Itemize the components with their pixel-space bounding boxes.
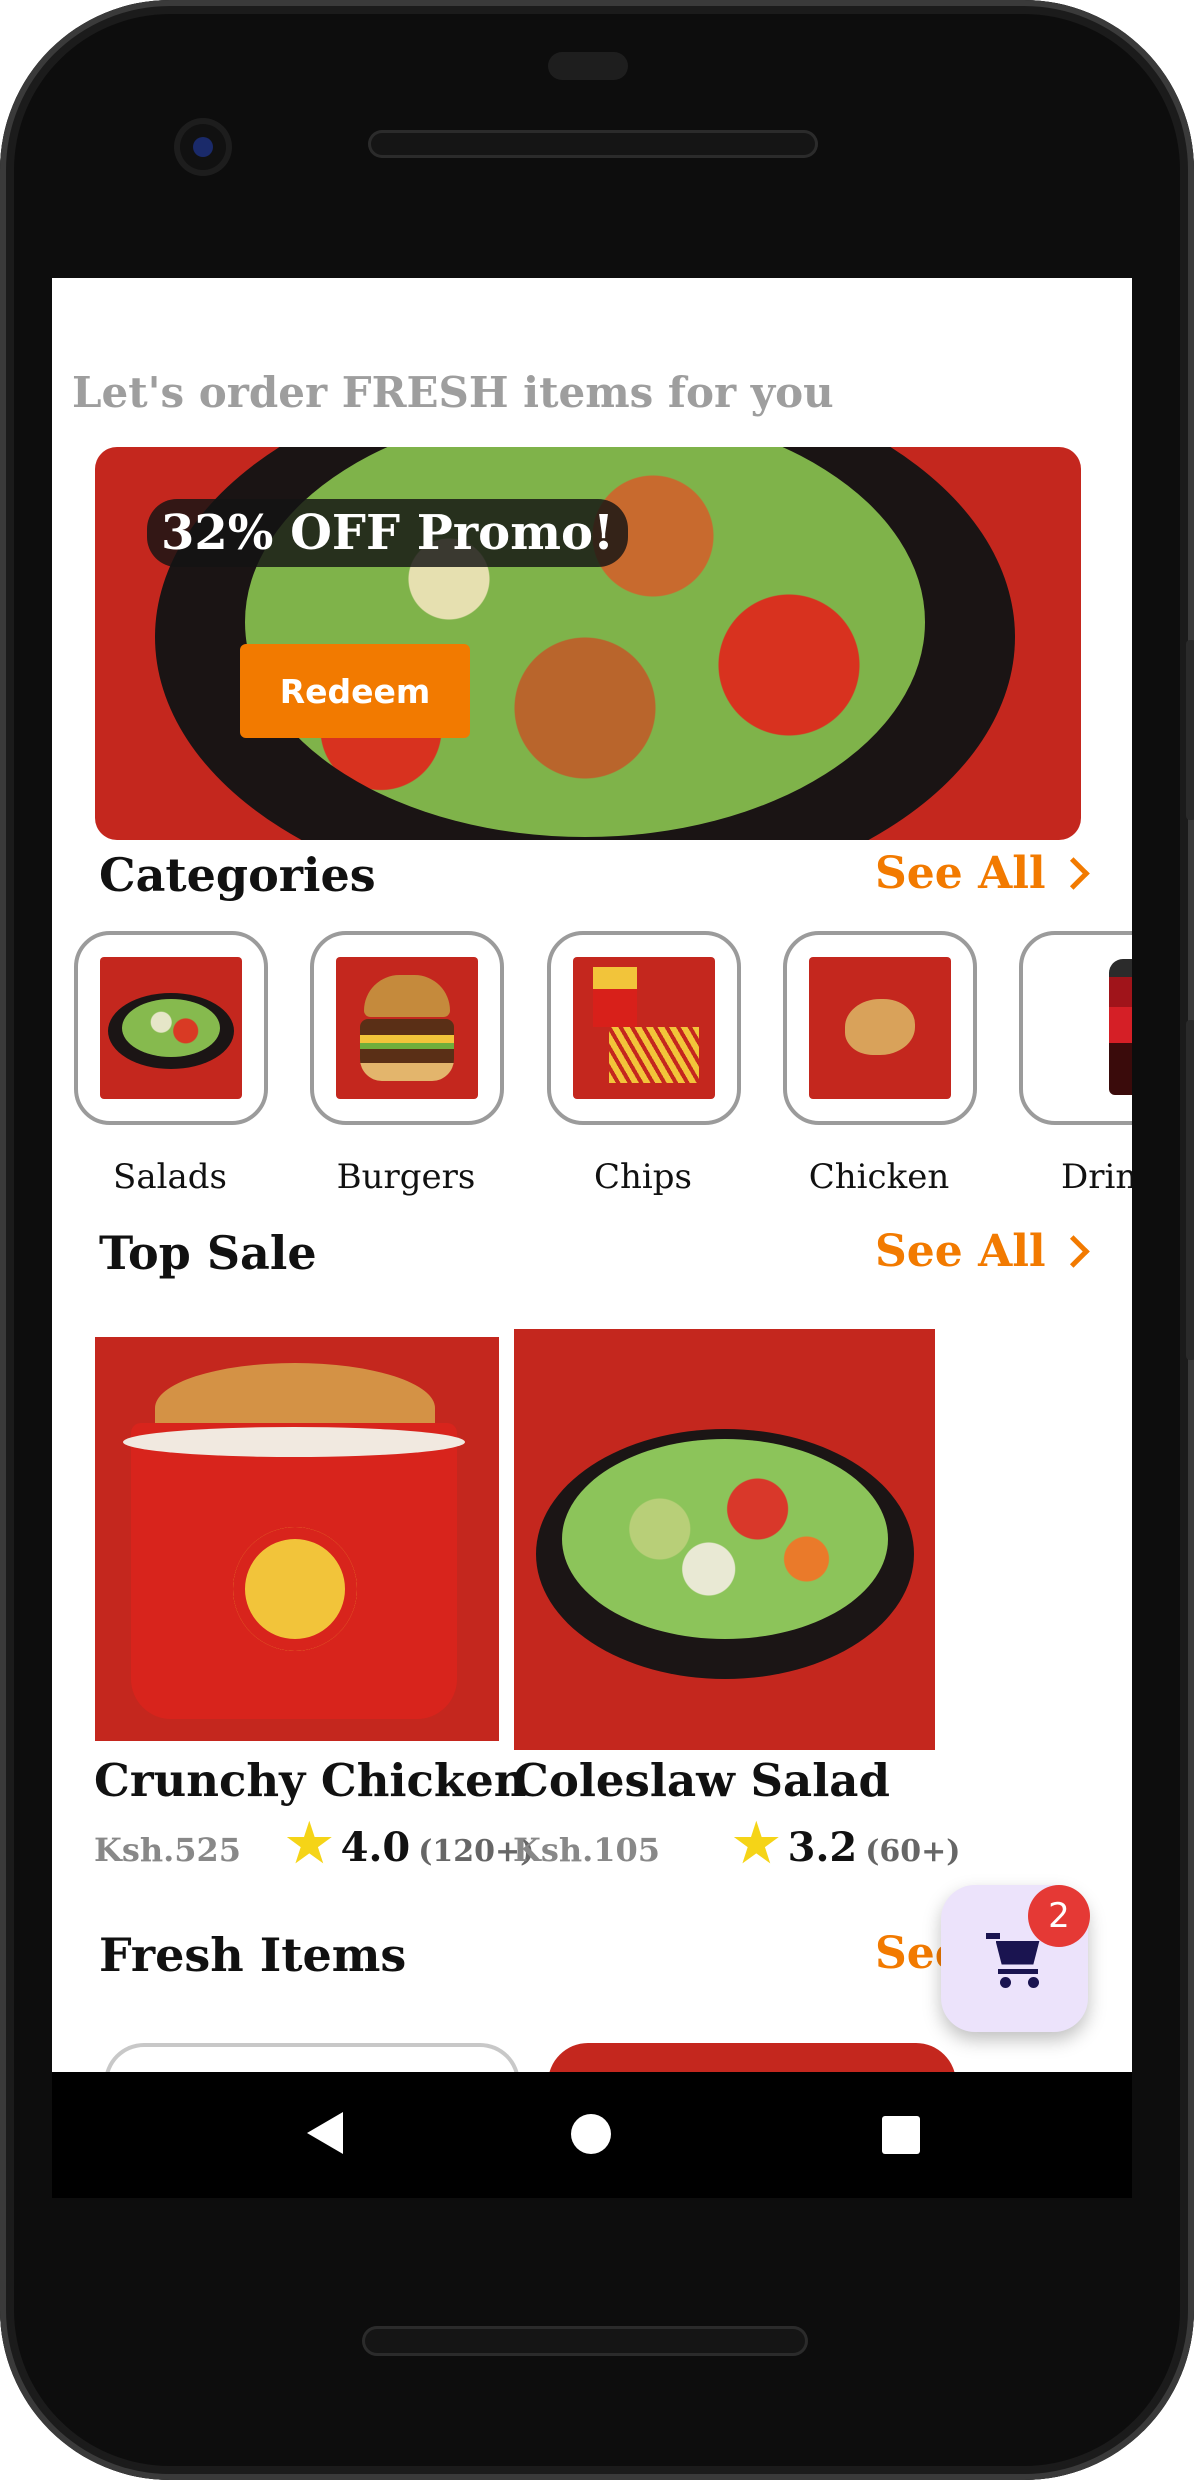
promo-tag: 32% OFF Promo!	[147, 499, 629, 567]
product-image-coleslaw-salad[interactable]	[514, 1329, 935, 1750]
power-button	[1186, 640, 1194, 820]
chips-image	[573, 957, 715, 1099]
burger-image	[336, 957, 478, 1099]
see-all-label: See All	[875, 848, 1046, 899]
product-name[interactable]: Crunchy Chicken	[94, 1754, 526, 1807]
chevron-right-icon	[1056, 1235, 1090, 1268]
redeem-button[interactable]: Redeem	[240, 644, 470, 738]
rating-value: 3.2	[787, 1824, 858, 1871]
phone-frame: Let's order FRESH items for you 32% OFF …	[0, 0, 1194, 2480]
product-rating: ★ 4.0 (120+)	[286, 1813, 534, 1874]
fresh-items-title: Fresh Items	[99, 1928, 407, 1982]
promo-banner[interactable]: 32% OFF Promo! Redeem	[95, 447, 1081, 840]
category-tile	[74, 931, 268, 1125]
volume-button	[1186, 1020, 1194, 1360]
see-all-label: See All	[875, 1226, 1046, 1277]
category-label: Burgers	[336, 1157, 476, 1197]
categories-see-all-link[interactable]: See All	[875, 848, 1090, 899]
category-label: Salads	[113, 1157, 227, 1197]
fresh-item-card[interactable]	[104, 2043, 520, 2072]
cart-icon	[985, 1931, 1044, 1988]
category-label: Drin	[1061, 1157, 1132, 1197]
cart-count-badge: 2	[1028, 1885, 1090, 1947]
category-label: Chips	[594, 1157, 692, 1197]
star-icon: ★	[733, 1813, 780, 1874]
star-icon: ★	[286, 1813, 333, 1874]
fresh-item-card[interactable]	[548, 2043, 956, 2072]
product-price: Ksh.525	[94, 1831, 242, 1869]
drink-bottle-image	[1045, 957, 1132, 1099]
bottom-speaker	[362, 2326, 808, 2356]
top-sale-title: Top Sale	[99, 1226, 317, 1280]
back-icon[interactable]	[307, 2112, 343, 2154]
product-name[interactable]: Coleslaw Salad	[513, 1754, 890, 1807]
earpiece-speaker	[368, 130, 818, 158]
review-count: (60+)	[865, 1834, 961, 1869]
sensor	[548, 52, 628, 80]
category-chips[interactable]: Chips	[547, 931, 741, 1197]
category-label: Chicken	[808, 1157, 950, 1197]
product-price: Ksh.105	[513, 1831, 661, 1869]
category-tile	[547, 931, 741, 1125]
category-tile	[310, 931, 504, 1125]
product-rating: ★ 3.2 (60+)	[733, 1813, 961, 1874]
category-drinks[interactable]: Drin	[1019, 931, 1132, 1197]
categories-title: Categories	[99, 848, 376, 902]
home-icon[interactable]	[571, 2114, 611, 2154]
product-image-crunchy-chicken[interactable]	[95, 1337, 499, 1741]
app-screen: Let's order FRESH items for you 32% OFF …	[52, 278, 1132, 2072]
bucket-rim	[123, 1427, 465, 1457]
chevron-right-icon	[1056, 857, 1090, 890]
top-sale-see-all-link[interactable]: See All	[875, 1226, 1090, 1277]
salad	[562, 1439, 888, 1639]
greeting-text: Let's order FRESH items for you	[72, 368, 834, 417]
recent-apps-icon[interactable]	[882, 2116, 920, 2154]
category-salads[interactable]: Salads	[74, 931, 268, 1197]
rating-value: 4.0	[340, 1824, 411, 1871]
bucket-logo	[233, 1527, 357, 1651]
category-burgers[interactable]: Burgers	[310, 931, 504, 1197]
android-nav-bar	[52, 2072, 1132, 2198]
chicken-image	[809, 957, 951, 1099]
category-tile	[783, 931, 977, 1125]
front-camera	[180, 124, 226, 170]
category-tile	[1019, 931, 1132, 1125]
salad-image	[100, 957, 242, 1099]
category-chicken[interactable]: Chicken	[783, 931, 977, 1197]
